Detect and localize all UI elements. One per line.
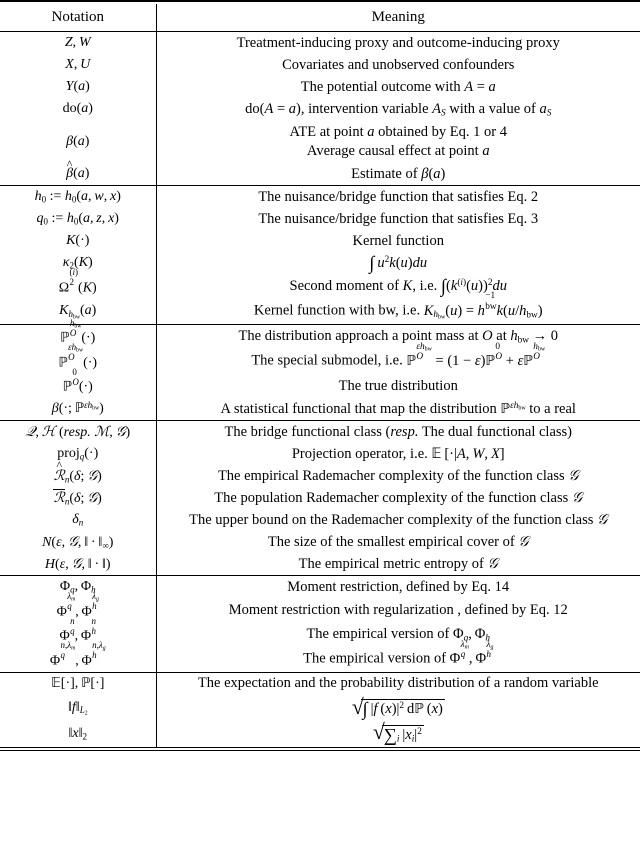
meaning-z-w: Treatment-inducing proxy and outcome-ind… (236, 34, 560, 51)
meaning-proj-q: Projection operator, i.e. 𝔼 [·|A, W, X] (291, 445, 505, 462)
table-header-row: Notation Meaning (0, 4, 640, 32)
meaning-phi-n: The empirical version of Φq, Φh (306, 626, 491, 644)
notation-p-o-zero: ℙ 0 O (·) (0, 367, 157, 399)
meaning-metric-entropy: The empirical metric entropy of 𝒢 (298, 555, 498, 572)
meaning-rademacher-empirical: The empirical Rademacher complexity of t… (217, 467, 579, 484)
meaning-p-o-eps-hbw: The special submodel, i.e. ℙεhbw O = (1 −… (251, 341, 546, 370)
column-header-meaning: Meaning (371, 9, 425, 25)
meaning-do-a: do(A = a), intervention variable AS with… (245, 100, 552, 119)
notation-expectation-probability: 𝔼[·], ℙ[·] (0, 672, 157, 695)
table-row: K(·) Kernel function (0, 230, 640, 253)
notation-z-w: Z, W (0, 32, 157, 54)
notation-metric-entropy: H(ε, 𝒢, ‖ · ‖) (0, 553, 157, 576)
meaning-q-h-classes: The bridge functional class (resp. The d… (224, 423, 573, 440)
table-row: X, U Covariates and unobserved confounde… (0, 54, 640, 76)
table-row: ℙ 0 O (·) The true distribution (0, 367, 640, 399)
notation-rademacher-empirical: ^ ℛn(δ; 𝒢) (0, 459, 157, 488)
notation-norm-f-l2: ‖f‖L2 (0, 694, 157, 721)
table-row: β(a) ATE at point a obtained by Eq. 1 or… (0, 120, 640, 164)
table-row: 𝒬, ℋ (resp. ℳ, 𝒢) The bridge functional … (0, 421, 640, 444)
table-row: 𝔼[·], ℙ[·] The expectation and the proba… (0, 672, 640, 695)
column-header-notation: Notation (0, 4, 157, 32)
notation-beta-functional: β(·; ℙεhbw) (0, 398, 157, 421)
meaning-y-a: The potential outcome with A = a (300, 78, 496, 95)
table-row: Khbw(a) Kernel function with bw, i.e. Kh… (0, 291, 640, 325)
table-row: H(ε, 𝒢, ‖ · ‖) The empirical metric entr… (0, 553, 640, 576)
meaning-p-o-hbw: The distribution approach a point mass a… (238, 328, 558, 346)
table-row: ^ ℛn(δ; 𝒢) The empirical Rademacher compl… (0, 459, 640, 488)
notation-phi-lambda: Φλm q, Φλg h (0, 592, 157, 623)
meaning-beta-hat-a: Estimate of β(a) (351, 165, 446, 182)
meaning-delta-n: The upper bound on the Rademacher comple… (189, 511, 608, 528)
notation-omega2i: Ω (i) 2 (K) (0, 268, 157, 299)
table-row: Z, W Treatment-inducing proxy and outcom… (0, 32, 640, 54)
notation-x-u: X, U (0, 54, 157, 76)
notation-table-figure: Notation Meaning Z, W Treatment-inducing… (0, 0, 640, 862)
table-row: projq(·) Projection operator, i.e. 𝔼 [·|… (0, 443, 640, 466)
meaning-beta-functional: A statistical functional that map the di… (220, 400, 576, 417)
table-row: h0 := h0(a, w, x) The nuisance/bridge fu… (0, 186, 640, 209)
notation-q0: q0 := h0(a, z, x) (0, 208, 157, 231)
meaning-phi-n-lambda: The empirical version of Φλm q, Φλg h (303, 639, 494, 668)
table-row: β(·; ℙεhbw) A statistical functional tha… (0, 398, 640, 421)
table-row: Y(a) The potential outcome with A = a (0, 76, 640, 98)
table-row: ‖f‖L2 √ ∫ |f (x)|2 dℙ (x) (0, 694, 640, 721)
table-row: N(ε, 𝒢, ‖ · ‖∞) The size of the smallest… (0, 531, 640, 554)
notation-do-a: do(a) (0, 98, 157, 120)
meaning-x-u: Covariates and unobserved confounders (282, 56, 515, 73)
table-row: ‖x‖2 √ ∑i |xi|2 (0, 720, 640, 748)
meaning-expectation-probability: The expectation and the probability dist… (197, 675, 599, 692)
table-row: q0 := h0(a, z, x) The nuisance/bridge fu… (0, 208, 640, 231)
meaning-beta-a-line1: ATE at point a obtained by Eq. 1 or 4 (289, 123, 507, 140)
table-row: Φλm q, Φλg h Moment restriction with regul… (0, 592, 640, 623)
table-row: δn The upper bound on the Rademacher com… (0, 509, 640, 532)
notation-norm-x-2: ‖x‖2 (0, 720, 157, 748)
table-row: ℙεhbw O (·) The special submodel, i.e. ℙεh… (0, 341, 640, 374)
notation-phi-n: Φnq, Φnh (0, 616, 157, 647)
table-row: Ω (i) 2 (K) Second moment of K, i.e. ∫(k(i)… (0, 268, 640, 299)
table-row: do(a) do(A = a), intervention variable A… (0, 98, 640, 120)
table-row: Φn,λm q, Φn,λg h The empirical version of … (0, 639, 640, 673)
notation-delta-n: δn (0, 509, 157, 532)
meaning-h0: The nuisance/bridge function that satisf… (258, 188, 539, 205)
meaning-q0: The nuisance/bridge function that satisf… (258, 210, 539, 227)
notation-h0: h0 := h0(a, w, x) (0, 186, 157, 209)
notation-table: Notation Meaning Z, W Treatment-inducing… (0, 0, 640, 751)
notation-phi-q-h: Φq, Φh (0, 576, 157, 599)
table-row: κ2(K) ∫ u2k(u)du (0, 252, 640, 275)
meaning-beta-a: ATE at point a obtained by Eq. 1 or 4 Av… (156, 120, 640, 163)
meaning-beta-a-line2: Average causal effect at point a (306, 142, 490, 159)
table-row: ℛn(δ; 𝒢) The population Rademacher compl… (0, 487, 640, 510)
notation-kernel: K(·) (0, 230, 157, 253)
meaning-kernel: Kernel function (352, 232, 444, 249)
notation-rademacher-population: ℛn(δ; 𝒢) (0, 487, 157, 510)
meaning-p-o-zero: The true distribution (338, 377, 458, 394)
meaning-phi-q-h: Moment restriction, defined by Eq. 14 (287, 578, 510, 595)
notation-proj-q: projq(·) (0, 443, 157, 466)
notation-q-h-classes: 𝒬, ℋ (resp. ℳ, 𝒢) (0, 421, 157, 444)
meaning-k-hbw: Kernel function with bw, i.e. Khbw(u) = … (253, 291, 543, 321)
meaning-phi-lambda: Moment restriction with regularization ,… (228, 601, 568, 618)
notation-beta-a: β(a) (0, 120, 157, 164)
notation-phi-n-lambda: Φn,λm q, Φn,λg h (0, 641, 157, 673)
table-rule-bottom-outer (0, 749, 640, 751)
meaning-kappa2: ∫ u2k(u)du (369, 252, 428, 274)
notation-beta-hat-a: ^ β(a) (0, 158, 157, 186)
notation-y-a: Y(a) (0, 76, 157, 98)
notation-covering-number: N(ε, 𝒢, ‖ · ‖∞) (0, 531, 157, 554)
meaning-rademacher-population: The population Rademacher complexity of … (214, 489, 583, 506)
meaning-norm-f-l2: √ ∫ |f (x)|2 dℙ (x) (351, 694, 445, 721)
meaning-norm-x-2: √ ∑i |xi|2 (372, 720, 424, 747)
meaning-covering-number: The size of the smallest empirical cover… (267, 533, 529, 550)
meaning-omega2i: Second moment of K, i.e. ∫(k(i)(u))2du (289, 276, 507, 298)
table-row: ^ β(a) Estimate of β(a) (0, 158, 640, 186)
